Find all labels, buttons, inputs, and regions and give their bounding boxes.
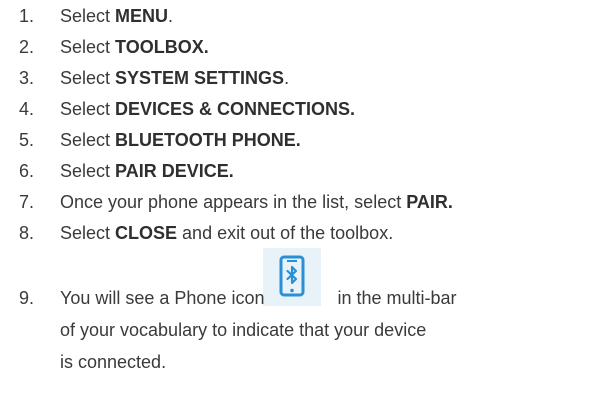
step-text: Select SYSTEM SETTINGS. <box>60 68 290 88</box>
step-9-line-1: You will see a Phone icon in the multi-ba… <box>60 288 457 308</box>
step-text: Select CLOSE and exit out of the toolbox… <box>60 223 394 243</box>
step-text: You will see a Phone icon in the multi-ba… <box>60 287 590 383</box>
step-keyword: CLOSE <box>115 223 178 243</box>
step-keyword: BLUETOOTH PHONE. <box>115 130 301 150</box>
step-text: Select BLUETOOTH PHONE. <box>60 130 301 150</box>
step-text: Select MENU. <box>60 6 174 26</box>
step-9-line-3: is connected. <box>60 352 167 372</box>
step-number: 4. <box>19 99 35 119</box>
step-text: Select TOOLBOX. <box>60 37 209 57</box>
step-text: Once your phone appears in the list, sel… <box>60 192 453 212</box>
step-number: 9. <box>19 288 35 308</box>
step-keyword: TOOLBOX. <box>115 37 209 57</box>
step-9-line-2: of your vocabulary to indicate that your… <box>60 320 427 340</box>
step-number: 7. <box>19 192 35 212</box>
step-keyword: MENU <box>115 6 169 26</box>
step-text: Select PAIR DEVICE. <box>60 161 234 181</box>
step-keyword: DEVICES & CONNECTIONS. <box>115 99 356 119</box>
step-number: 5. <box>19 130 35 150</box>
step-keyword: PAIR. <box>406 192 453 212</box>
step-keyword: SYSTEM SETTINGS <box>115 68 285 88</box>
step-number: 8. <box>19 223 35 243</box>
step-number: 2. <box>19 37 35 57</box>
step-text: Select DEVICES & CONNECTIONS. <box>60 99 356 119</box>
step-keyword: PAIR DEVICE. <box>115 161 234 181</box>
step-number: 1. <box>19 6 35 26</box>
step-number: 6. <box>19 161 35 181</box>
step-number: 3. <box>19 68 35 88</box>
